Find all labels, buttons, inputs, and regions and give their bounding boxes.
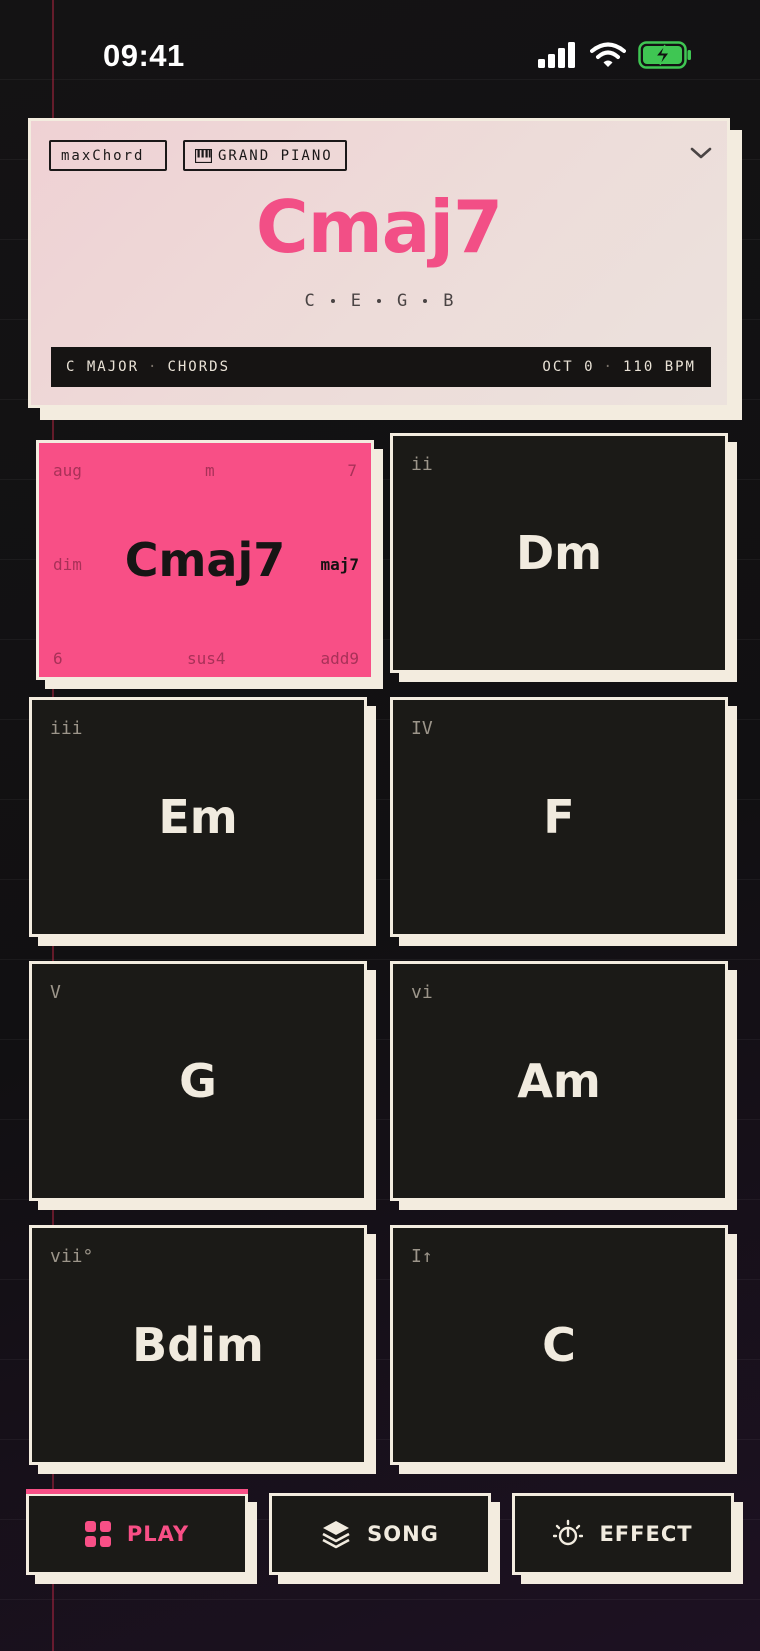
note-separator xyxy=(330,299,335,303)
note: B xyxy=(443,291,454,311)
separator: · xyxy=(148,359,159,375)
chord-pad-cmaj7[interactable]: aug m 7 dim Cmaj7 maj7 6 sus4 add9 xyxy=(36,440,374,680)
chord-pad-f[interactable]: IV F xyxy=(390,697,728,937)
grid-icon xyxy=(84,1521,111,1547)
nav-song-label: SONG xyxy=(367,1522,439,1546)
chord-name: Am xyxy=(517,1054,601,1108)
chord-pad-am[interactable]: vi Am xyxy=(390,961,728,1201)
layers-icon xyxy=(322,1521,350,1549)
nav-play-button[interactable]: PLAY xyxy=(26,1489,248,1575)
separator: · xyxy=(603,359,614,375)
chord-pad-em[interactable]: iii Em xyxy=(29,697,367,937)
mode-label: CHORDS xyxy=(167,359,231,375)
note: E xyxy=(350,291,361,311)
note-separator xyxy=(423,299,428,303)
octave-label: OCT 0 xyxy=(542,359,595,375)
info-bar: C MAJOR · CHORDS OCT 0 · 110 BPM xyxy=(51,347,711,387)
note: C xyxy=(304,291,315,311)
variation-maj7[interactable]: maj7 xyxy=(320,555,359,574)
header-card: maxChord GRAND PIANO Cmaj7 C E G B C MAJ… xyxy=(28,118,730,408)
chord-name: F xyxy=(543,790,575,844)
chord-pad-dm[interactable]: ii Dm xyxy=(390,433,728,673)
chevron-down-icon[interactable] xyxy=(689,143,713,163)
status-time: 09:41 xyxy=(103,38,185,73)
chord-name: C xyxy=(542,1318,576,1372)
variation-sus4[interactable]: sus4 xyxy=(187,649,226,668)
chord-name: Bdim xyxy=(132,1318,264,1372)
chord-name: Dm xyxy=(515,526,603,580)
nav-song-button[interactable]: SONG xyxy=(269,1493,491,1575)
chord-pad-g[interactable]: V G xyxy=(29,961,367,1201)
battery-charging-icon xyxy=(638,41,691,69)
chord-pad-c-octave[interactable]: I↑ C xyxy=(390,1225,728,1465)
piano-icon xyxy=(195,148,212,163)
nav-play-label: PLAY xyxy=(126,1522,190,1546)
note: G xyxy=(397,291,408,311)
key-info: C MAJOR · CHORDS xyxy=(66,359,230,375)
chord-notes: C E G B xyxy=(31,291,727,311)
instrument-label: GRAND PIANO xyxy=(218,147,333,164)
key-label: C MAJOR xyxy=(66,359,140,375)
variation-add9[interactable]: add9 xyxy=(320,649,359,668)
cellular-signal-icon xyxy=(538,42,575,68)
wifi-icon xyxy=(590,42,626,67)
variation-6[interactable]: 6 xyxy=(53,649,63,668)
playback-info: OCT 0 · 110 BPM xyxy=(542,359,696,375)
instrument-selector[interactable]: GRAND PIANO xyxy=(183,140,347,171)
status-bar: 09:41 xyxy=(0,0,760,110)
status-icons xyxy=(538,40,692,70)
chord-name: Em xyxy=(158,790,238,844)
app-name-badge: maxChord xyxy=(49,140,167,171)
chord-name: G xyxy=(179,1054,217,1108)
nav-effect-label: EFFECT xyxy=(599,1522,693,1546)
chord-pad-bdim[interactable]: vii° Bdim xyxy=(29,1225,367,1465)
current-chord-name: Cmaj7 xyxy=(255,185,503,269)
app-name: maxChord xyxy=(61,147,145,164)
note-separator xyxy=(377,299,381,303)
effect-dial-icon xyxy=(553,1519,584,1546)
nav-effect-button[interactable]: EFFECT xyxy=(512,1493,734,1575)
tempo-label: 110 BPM xyxy=(622,359,696,375)
